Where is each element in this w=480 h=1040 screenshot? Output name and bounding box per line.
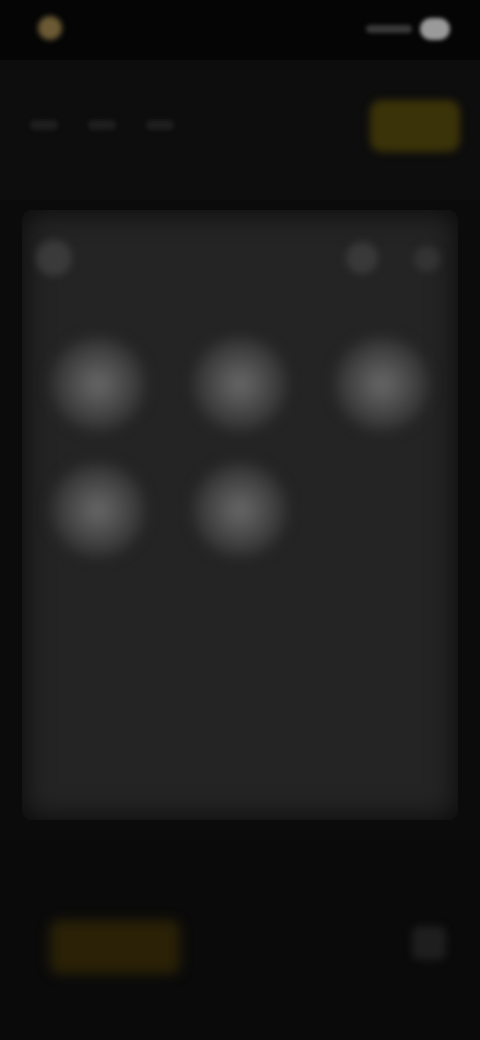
grid-tile[interactable]	[52, 464, 144, 556]
app-screen	[0, 0, 480, 1040]
toolbar-nav-item[interactable]	[30, 120, 58, 130]
grid-tile[interactable]	[194, 464, 286, 556]
signal-icon	[366, 25, 412, 33]
bottom-bar	[0, 840, 480, 1040]
status-icons	[366, 18, 450, 40]
status-bar	[0, 0, 480, 60]
top-toolbar	[0, 60, 480, 200]
more-icon[interactable]	[414, 246, 440, 272]
app-logo-icon	[38, 16, 62, 40]
panel-header	[22, 210, 458, 310]
toolbar-nav	[30, 120, 174, 130]
grid-tile[interactable]	[52, 338, 144, 430]
grid-tile[interactable]	[336, 338, 428, 430]
promo-button[interactable]	[50, 920, 180, 974]
back-arrow-icon[interactable]	[36, 240, 72, 276]
circle-icon[interactable]	[346, 242, 378, 274]
toolbar-nav-item[interactable]	[146, 120, 174, 130]
main-panel	[22, 210, 458, 820]
grid-tile[interactable]	[194, 338, 286, 430]
battery-icon	[420, 18, 450, 40]
menu-icon[interactable]	[412, 926, 446, 960]
primary-action-button[interactable]	[370, 100, 460, 152]
toolbar-nav-item[interactable]	[88, 120, 116, 130]
